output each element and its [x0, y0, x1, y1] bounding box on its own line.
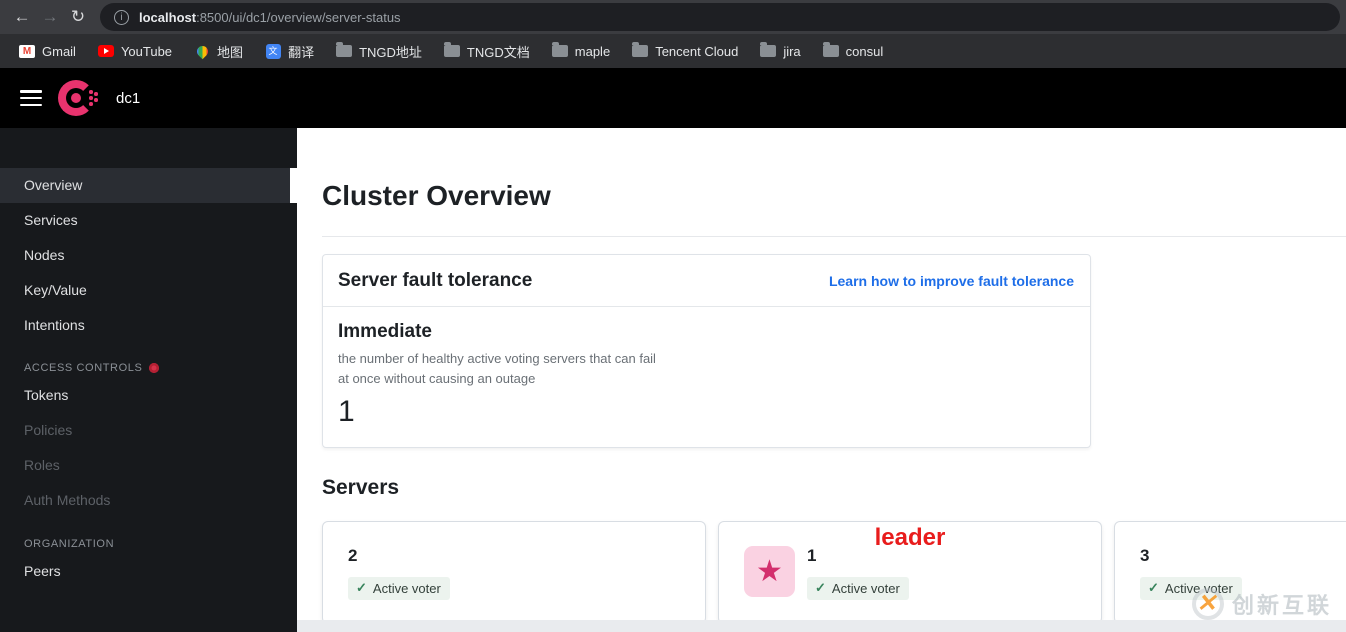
- maps-pin-icon: [194, 43, 210, 59]
- back-button[interactable]: ←: [8, 3, 36, 31]
- sidebar-item-services[interactable]: Services: [0, 203, 297, 238]
- leader-annotation: leader: [874, 524, 946, 551]
- reload-button[interactable]: ↻: [64, 3, 92, 31]
- sidebar-item-roles[interactable]: Roles: [0, 448, 297, 483]
- consul-logo-icon[interactable]: [58, 78, 98, 118]
- title-divider: [322, 236, 1346, 237]
- forward-button[interactable]: →: [36, 3, 64, 31]
- server-card[interactable]: 3 ✓ Active voter: [1114, 521, 1346, 624]
- folder-icon: [760, 42, 777, 59]
- sidebar-item-keyvalue[interactable]: Key/Value: [0, 273, 297, 308]
- fault-level: Immediate: [338, 321, 432, 342]
- folder-icon: [632, 42, 649, 59]
- bookmark-maps[interactable]: 地图: [185, 39, 252, 64]
- server-number: 2: [348, 546, 358, 565]
- bookmark-label: jira: [783, 43, 801, 59]
- folder-icon: [443, 42, 460, 59]
- folder-icon: [336, 42, 353, 59]
- folder-icon: [551, 42, 568, 59]
- sidebar-item-nodes[interactable]: Nodes: [0, 238, 297, 273]
- url-host: localhost: [139, 9, 197, 25]
- bookmark-label: Tencent Cloud: [655, 43, 739, 59]
- gmail-icon: M: [19, 43, 35, 59]
- app-header: dc1: [0, 68, 1346, 128]
- check-icon: ✓: [356, 580, 367, 595]
- bookmark-label: Gmail: [42, 43, 76, 59]
- page-info-icon[interactable]: i: [114, 9, 129, 25]
- bookmark-label: maple: [574, 43, 611, 59]
- status-badge: ✓ Active voter: [348, 577, 450, 600]
- fault-description: the number of healthy active voting serv…: [338, 351, 656, 386]
- bookmark-consul[interactable]: consul: [814, 40, 893, 62]
- check-icon: ✓: [815, 580, 826, 595]
- bottom-strip: [297, 620, 1346, 632]
- acl-status-dot-icon: [149, 363, 160, 373]
- server-card[interactable]: 2 ✓ Active voter: [322, 521, 706, 624]
- bookmarks-bar: M Gmail YouTube 地图 文 翻译 TNGD地址 TNGD文档 ma…: [0, 34, 1346, 68]
- bookmark-jira[interactable]: jira: [751, 40, 809, 62]
- section-organization: ORGANIZATION: [24, 538, 115, 550]
- sidebar: Overview Services Nodes Key/Value Intent…: [0, 128, 297, 632]
- page-title: Cluster Overview: [322, 180, 551, 211]
- status-badge: ✓ Active voter: [1140, 577, 1242, 600]
- section-access-controls: ACCESS CONTROLS: [0, 358, 297, 378]
- improve-fault-tolerance-link[interactable]: Learn how to improve fault tolerance: [829, 273, 1074, 289]
- fault-tolerance-value: 1: [338, 395, 355, 428]
- bookmark-gmail[interactable]: M Gmail: [10, 40, 85, 62]
- status-badge: ✓ Active voter: [807, 577, 909, 600]
- server-cards-row: 2 ✓ Active voter leader ★ 1 ✓ Active vot: [322, 521, 1346, 624]
- bookmark-label: 翻译: [288, 44, 315, 60]
- check-icon: ✓: [1148, 580, 1159, 595]
- browser-toolbar: ← → ↻ i localhost:8500/ui/dc1/overview/s…: [0, 0, 1346, 34]
- fault-card-title: Server fault tolerance: [338, 270, 533, 291]
- folder-icon: [822, 42, 839, 59]
- sidebar-item-overview[interactable]: Overview: [0, 168, 297, 203]
- bookmark-tencent-cloud[interactable]: Tencent Cloud: [623, 40, 747, 62]
- bookmark-label: YouTube: [120, 43, 173, 59]
- address-bar[interactable]: i localhost:8500/ui/dc1/overview/server-…: [100, 3, 1340, 31]
- sidebar-item-peers[interactable]: Peers: [0, 554, 297, 589]
- bookmark-label: TNGD地址: [359, 44, 422, 60]
- server-card-leader[interactable]: leader ★ 1 ✓ Active voter: [718, 521, 1102, 624]
- menu-hamburger-icon[interactable]: [20, 90, 42, 106]
- bookmark-tngd-address[interactable]: TNGD地址: [327, 39, 431, 64]
- youtube-icon: [97, 43, 114, 59]
- url-text[interactable]: localhost:8500/ui/dc1/overview/server-st…: [139, 10, 401, 25]
- sidebar-item-tokens[interactable]: Tokens: [0, 378, 297, 413]
- main-content: Cluster Overview Server fault tolerance …: [297, 128, 1346, 632]
- fault-tolerance-card: Server fault tolerance Learn how to impr…: [322, 254, 1091, 448]
- datacenter-selector[interactable]: dc1: [116, 90, 140, 107]
- sidebar-item-policies[interactable]: Policies: [0, 413, 297, 448]
- bookmark-label: 地图: [217, 44, 244, 60]
- bookmark-maple[interactable]: maple: [543, 40, 619, 62]
- server-number: 3: [1140, 546, 1150, 565]
- bookmark-label: TNGD文档: [466, 44, 530, 60]
- bookmark-youtube[interactable]: YouTube: [89, 40, 181, 62]
- sidebar-item-intentions[interactable]: Intentions: [0, 308, 297, 343]
- url-path: :8500/ui/dc1/overview/server-status: [196, 9, 401, 25]
- bookmark-label: consul: [845, 43, 884, 59]
- translate-icon: 文: [265, 43, 281, 59]
- bookmark-tngd-docs[interactable]: TNGD文档: [435, 39, 539, 64]
- leader-star-icon: ★: [744, 546, 795, 597]
- sidebar-item-auth-methods[interactable]: Auth Methods: [0, 483, 297, 518]
- servers-heading: Servers: [322, 476, 400, 499]
- bookmark-translate[interactable]: 文 翻译: [256, 39, 323, 64]
